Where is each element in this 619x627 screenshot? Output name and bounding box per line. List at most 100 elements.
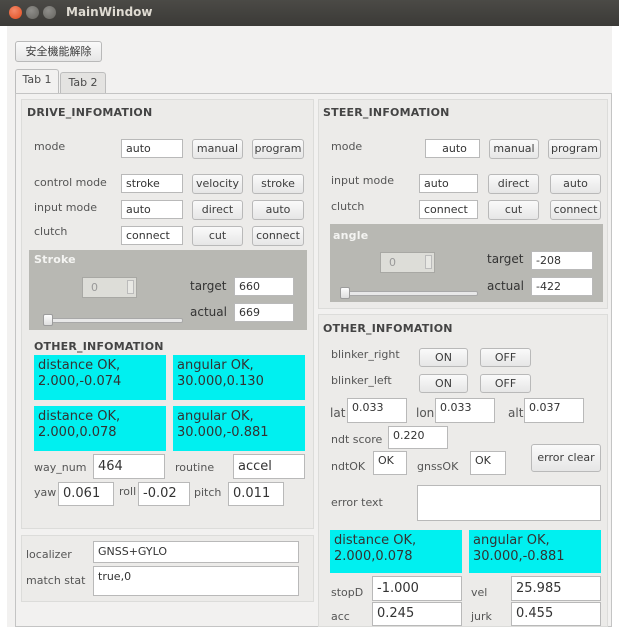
steer-mode-field[interactable]: auto	[425, 139, 480, 158]
spin-arrows-icon[interactable]	[127, 280, 134, 294]
drive-cut-button[interactable]: cut	[192, 226, 243, 246]
steer-cut-button[interactable]: cut	[488, 200, 539, 220]
vel-label: vel	[471, 586, 488, 599]
control-mode-field[interactable]: stroke	[121, 174, 183, 193]
blinker-left-off-button[interactable]: OFF	[480, 374, 531, 393]
distance-box-3-line1: distance OK,	[334, 533, 417, 548]
tab-1[interactable]: Tab 1	[15, 69, 59, 93]
steer-connect-button[interactable]: connect	[550, 200, 601, 220]
localizer-field[interactable]: GNSS+GYLO	[93, 541, 299, 563]
roll-field[interactable]: -0.02	[138, 482, 190, 506]
drive-target-field[interactable]: 660	[234, 277, 294, 296]
match-stat-field[interactable]: true,0	[93, 566, 299, 596]
drive-manual-button[interactable]: manual	[192, 139, 243, 159]
drive-mode-field[interactable]: auto	[121, 139, 183, 158]
drive-header: DRIVE_INFOMATION	[27, 106, 153, 119]
stroke-spinbox[interactable]: 0	[82, 277, 137, 298]
angular-box-2: angular OK, 30.000,-0.881	[173, 406, 305, 451]
acc-field[interactable]: 0.245	[372, 602, 462, 626]
drive-input-mode-label: input mode	[34, 201, 97, 214]
error-text-field[interactable]	[417, 485, 601, 521]
other-right-header: OTHER_INFOMATION	[323, 322, 453, 335]
distance-box-2-line1: distance OK,	[38, 409, 121, 424]
drive-clutch-field[interactable]: connect	[121, 226, 183, 245]
angular-box-1-line1: angular OK,	[177, 358, 254, 373]
drive-actual-field[interactable]: 669	[234, 303, 294, 322]
drive-connect-button[interactable]: connect	[252, 226, 304, 246]
gnssok-field[interactable]: OK	[470, 451, 506, 475]
yaw-field[interactable]: 0.061	[58, 482, 114, 506]
alt-field[interactable]: 0.037	[524, 398, 584, 423]
stopd-label: stopD	[331, 586, 364, 599]
lon-field[interactable]: 0.033	[435, 398, 495, 423]
drive-auto-button[interactable]: auto	[252, 200, 304, 220]
angle-spinbox[interactable]: 0	[380, 252, 435, 273]
ndtok-label: ndtOK	[331, 460, 366, 473]
stroke-slider-track[interactable]	[43, 318, 183, 323]
blinker-left-on-button[interactable]: ON	[419, 374, 468, 393]
angular-box-2-line1: angular OK,	[177, 409, 254, 424]
jurk-field[interactable]: 0.455	[511, 602, 601, 626]
drive-direct-button[interactable]: direct	[192, 200, 243, 220]
drive-input-mode-field[interactable]: auto	[121, 200, 183, 219]
steer-actual-label: actual	[487, 279, 524, 293]
ndtok-field[interactable]: OK	[373, 451, 407, 475]
steer-program-button[interactable]: program	[548, 139, 601, 159]
alt-label: alt	[508, 406, 524, 420]
blinker-right-off-button[interactable]: OFF	[480, 348, 531, 367]
drive-program-button[interactable]: program	[252, 139, 304, 159]
stroke-slider-handle[interactable]	[43, 314, 53, 326]
angular-box-1: angular OK, 30.000,0.130	[173, 355, 305, 400]
stopd-field[interactable]: -1.000	[372, 576, 462, 601]
steer-auto-button[interactable]: auto	[550, 174, 601, 194]
lat-label: lat	[330, 406, 346, 420]
steer-clutch-field[interactable]: connect	[419, 200, 478, 219]
title-bar: MainWindow	[0, 0, 619, 26]
steer-manual-button[interactable]: manual	[489, 139, 539, 159]
steer-actual-field[interactable]: -422	[531, 277, 593, 296]
angle-slider-track[interactable]	[340, 291, 478, 296]
steer-direct-button[interactable]: direct	[488, 174, 539, 194]
ndt-score-field[interactable]: 0.220	[388, 426, 448, 449]
angular-box-3-line2: 30.000,-0.881	[473, 549, 565, 564]
drive-clutch-label: clutch	[34, 225, 68, 238]
steer-target-field[interactable]: -208	[531, 251, 593, 270]
minimize-icon[interactable]	[26, 6, 39, 19]
angle-slider-handle[interactable]	[340, 287, 350, 299]
velocity-button[interactable]: velocity	[192, 174, 243, 194]
distance-box-1: distance OK, 2.000,-0.074	[34, 355, 166, 400]
yaw-label: yaw	[34, 486, 57, 499]
drive-target-label: target	[190, 279, 227, 293]
stroke-button[interactable]: stroke	[252, 174, 304, 194]
lon-label: lon	[416, 406, 435, 420]
distance-box-3-line2: 2.000,0.078	[334, 549, 413, 564]
stroke-spin-value: 0	[91, 281, 98, 294]
tab-2[interactable]: Tab 2	[60, 72, 106, 93]
vel-field[interactable]: 25.985	[511, 576, 601, 601]
angle-label: angle	[333, 229, 369, 242]
distance-box-1-line1: distance OK,	[38, 358, 121, 373]
safety-release-button[interactable]: 安全機能解除	[15, 41, 102, 62]
way-num-field[interactable]: 464	[93, 454, 165, 479]
steer-input-mode-field[interactable]: auto	[419, 174, 478, 193]
steer-mode-label: mode	[331, 140, 363, 153]
blinker-right-on-button[interactable]: ON	[419, 348, 468, 367]
gnssok-label: gnssOK	[417, 460, 459, 473]
error-clear-button[interactable]: error clear	[531, 444, 601, 472]
angle-spin-value: 0	[389, 256, 396, 269]
angular-box-3-line1: angular OK,	[473, 533, 550, 548]
spin-arrows-icon[interactable]	[425, 255, 432, 269]
drive-mode-label: mode	[34, 140, 66, 153]
steer-target-label: target	[487, 252, 524, 266]
lat-field[interactable]: 0.033	[347, 398, 407, 423]
error-text-label: error text	[331, 496, 383, 509]
maximize-icon[interactable]	[43, 6, 56, 19]
match-stat-label: match stat	[26, 574, 86, 587]
steer-input-mode-label: input mode	[331, 174, 394, 187]
window-title: MainWindow	[66, 5, 153, 19]
pitch-field[interactable]: 0.011	[228, 482, 284, 506]
routine-field[interactable]: accel	[233, 454, 305, 479]
distance-box-2-line2: 2.000,0.078	[38, 425, 117, 440]
close-icon[interactable]	[9, 6, 22, 19]
localizer-label: localizer	[26, 548, 72, 561]
